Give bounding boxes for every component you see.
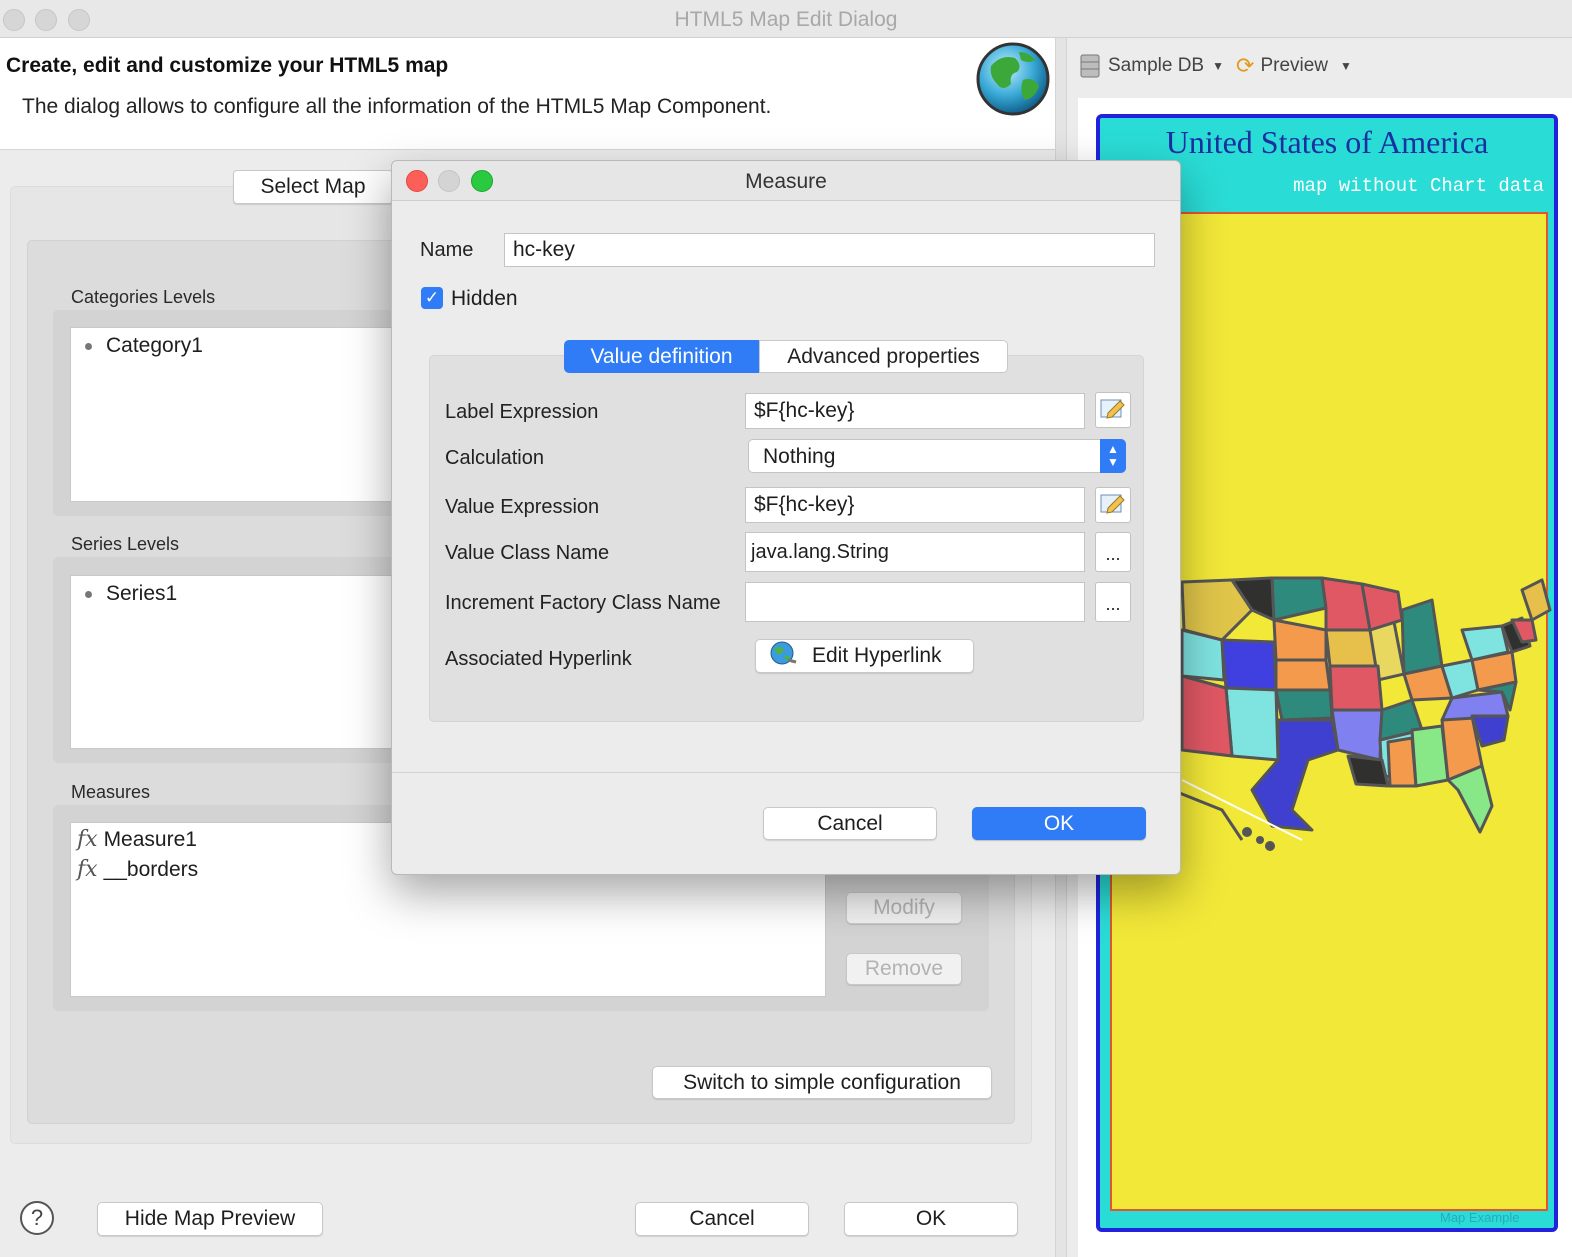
calculation-value: Nothing: [763, 445, 836, 468]
modify-button[interactable]: Modify: [846, 892, 962, 924]
name-field[interactable]: hc-key: [504, 233, 1155, 267]
globe-icon: [973, 40, 1053, 123]
refresh-icon: ⟳: [1236, 53, 1255, 78]
cancel-button[interactable]: Cancel: [635, 1202, 809, 1236]
checkmark-icon: ✓: [424, 288, 440, 307]
map-credit[interactable]: Map Example: [1440, 1210, 1519, 1225]
chevron-down-icon[interactable]: ▼: [1212, 59, 1224, 73]
label-expression-edit-button[interactable]: [1095, 392, 1131, 428]
hide-map-preview-button[interactable]: Hide Map Preview: [97, 1202, 323, 1236]
value-expression-label: Value Expression: [445, 496, 600, 518]
help-icon: ?: [30, 1205, 44, 1230]
pencil-icon: [1100, 492, 1126, 519]
list-item[interactable]: Category1: [85, 334, 203, 358]
bullet-icon: [85, 342, 92, 350]
category-label: Category1: [106, 334, 203, 357]
header: Create, edit and customize your HTML5 ma…: [0, 38, 1055, 150]
hyperlink-label: Associated Hyperlink: [445, 648, 632, 670]
label-expression-label: Label Expression: [445, 401, 599, 423]
measure-label: __borders: [103, 857, 199, 881]
pencil-icon: [1100, 397, 1126, 424]
dialog-cancel-button[interactable]: Cancel: [763, 807, 937, 840]
series-item-label: Series1: [106, 582, 178, 605]
name-label: Name: [420, 239, 474, 261]
function-icon: fx: [77, 857, 98, 882]
measure-dialog-title: Measure: [745, 170, 827, 193]
series-label: Series Levels: [71, 534, 180, 554]
preview-toolbar: Sample DB ▼ ⟳ Preview ▼: [1080, 48, 1352, 84]
categories-label: Categories Levels: [71, 287, 216, 307]
select-map-tab[interactable]: Select Map: [233, 170, 393, 204]
switch-simple-config-button[interactable]: Switch to simple configuration: [652, 1066, 992, 1099]
dialog-ok-button[interactable]: OK: [972, 807, 1146, 840]
value-class-label: Value Class Name: [445, 542, 610, 564]
map-title: United States of America: [1165, 124, 1489, 160]
list-item[interactable]: Series1: [85, 582, 177, 606]
ok-button[interactable]: OK: [844, 1202, 1018, 1236]
label-expression-field[interactable]: $F{hc-key}: [745, 393, 1085, 429]
measures-label: Measures: [71, 782, 151, 802]
hidden-label: Hidden: [451, 287, 518, 310]
measure-label: Measure1: [103, 827, 197, 851]
help-button[interactable]: ?: [20, 1201, 54, 1235]
bullet-icon: [85, 590, 92, 598]
function-icon: fx: [77, 827, 98, 852]
tab-advanced-properties[interactable]: Advanced properties: [759, 340, 1008, 373]
remove-button[interactable]: Remove: [846, 953, 962, 985]
value-class-browse-button[interactable]: ...: [1095, 532, 1131, 572]
increment-factory-label: Increment Factory Class Name: [445, 592, 721, 614]
value-expression-field[interactable]: $F{hc-key}: [745, 487, 1085, 523]
measure-dialog-titlebar: Measure: [392, 161, 1180, 201]
edit-hyperlink-button[interactable]: Edit Hyperlink: [755, 639, 974, 673]
datasource-dropdown[interactable]: Sample DB: [1108, 55, 1204, 77]
increment-factory-field[interactable]: [745, 582, 1085, 622]
dialog-divider: [392, 772, 1180, 773]
tab-value-definition[interactable]: Value definition: [564, 340, 759, 373]
list-item[interactable]: fx __borders: [77, 857, 198, 882]
chevron-up-down-icon: ▲ ▼: [1100, 439, 1126, 473]
list-item[interactable]: fx Measure1: [77, 827, 197, 852]
calculation-select[interactable]: Nothing ▲ ▼: [748, 439, 1126, 473]
header-subtitle: The dialog allows to configure all the i…: [22, 95, 772, 118]
window-titlebar: HTML5 Map Edit Dialog: [0, 0, 1572, 38]
database-icon: [1080, 53, 1100, 79]
window-title: HTML5 Map Edit Dialog: [674, 8, 898, 31]
preview-dropdown[interactable]: Preview: [1260, 55, 1328, 77]
measure-dialog: Measure Name hc-key ✓ Hidden Value defin…: [391, 160, 1181, 875]
value-class-field[interactable]: java.lang.String: [745, 532, 1085, 572]
calculation-label: Calculation: [445, 447, 544, 469]
header-title: Create, edit and customize your HTML5 ma…: [6, 54, 449, 77]
edit-hyperlink-label: Edit Hyperlink: [812, 644, 942, 667]
value-expression-edit-button[interactable]: [1095, 487, 1131, 523]
chevron-down-icon[interactable]: ▼: [1340, 59, 1352, 73]
increment-factory-browse-button[interactable]: ...: [1095, 582, 1131, 622]
hidden-checkbox[interactable]: ✓: [421, 287, 443, 309]
globe-link-icon: [768, 640, 798, 672]
